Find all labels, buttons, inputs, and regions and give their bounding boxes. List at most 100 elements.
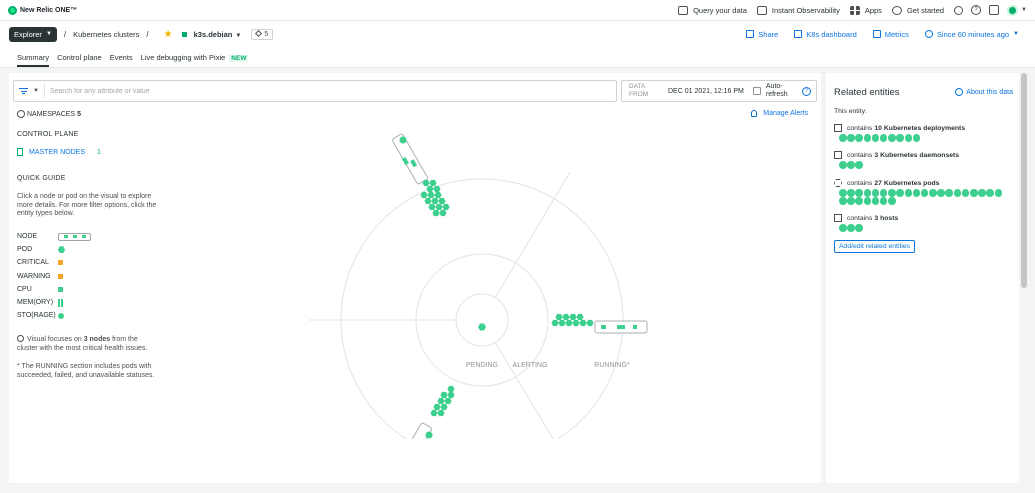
pod-hexagon[interactable] — [440, 391, 448, 399]
related-entity-hex[interactable] — [855, 134, 863, 142]
data-from-value[interactable]: DEC 01 2021, 12:16 PM — [668, 88, 744, 95]
pod-hexagon[interactable] — [551, 319, 559, 327]
pod-hexagon[interactable] — [437, 409, 445, 417]
related-entity-hex[interactable] — [888, 197, 896, 205]
related-entity-hex[interactable] — [920, 189, 929, 197]
pod-hexagon[interactable] — [572, 319, 580, 327]
related-entity-hex[interactable] — [904, 189, 912, 197]
related-entity-hex[interactable] — [871, 134, 880, 142]
related-item-kubernetes-pods[interactable]: contains 27 Kubernetes pods — [834, 179, 1014, 205]
legend-memory[interactable]: MEM(ORY) — [17, 296, 63, 309]
pod-hexagon[interactable] — [586, 319, 594, 327]
related-item-kubernetes-deployments[interactable]: contains 10 Kubernetes deployments — [834, 124, 1014, 142]
related-entity-hex[interactable] — [937, 189, 945, 197]
related-entity-hex[interactable] — [855, 224, 863, 232]
node-mem-marker[interactable] — [617, 325, 625, 329]
pod-hexagon[interactable] — [444, 397, 452, 405]
entity-name-dropdown[interactable]: k3s.debian ▼ — [194, 30, 242, 39]
related-entity-hex[interactable] — [986, 189, 994, 197]
related-entity-hex[interactable] — [945, 189, 953, 197]
pod-hexagon[interactable] — [425, 431, 433, 439]
pod-hexagon[interactable] — [579, 319, 587, 327]
tags-badge[interactable]: 5 — [251, 28, 274, 40]
related-entity-hex[interactable] — [961, 189, 970, 197]
related-entity-hex[interactable] — [839, 189, 847, 197]
related-entity-hex[interactable] — [871, 189, 880, 197]
related-item-kubernetes-daemonsets[interactable]: contains 3 Kubernetes daemonsets — [834, 151, 1014, 169]
chevron-down-icon[interactable]: ▼ — [1021, 7, 1027, 13]
tab-summary[interactable]: Summary — [17, 53, 50, 67]
related-entity-hex[interactable] — [888, 189, 896, 197]
apps-button[interactable]: Apps — [849, 5, 882, 15]
manage-alerts-link[interactable]: Manage Alerts — [751, 110, 808, 117]
related-entity-hex[interactable] — [904, 134, 912, 142]
pod-hexagon[interactable] — [432, 209, 440, 217]
pod-hexagon[interactable] — [442, 203, 450, 211]
pod-hexagon[interactable] — [558, 319, 566, 327]
help-icon[interactable]: ? — [801, 86, 811, 96]
related-entity-hex[interactable] — [839, 134, 847, 142]
related-entity-hex[interactable] — [896, 134, 904, 142]
about-this-data-link[interactable]: About this data — [955, 88, 1013, 96]
pod-hexagon[interactable] — [439, 209, 447, 217]
pod-hexagon[interactable] — [569, 313, 577, 321]
legend-node[interactable]: NODE — [17, 230, 91, 243]
pod-hexagon[interactable] — [440, 403, 448, 411]
related-entity-hex[interactable] — [912, 134, 921, 142]
related-entity-hex[interactable] — [863, 197, 872, 205]
tab-live-debugging[interactable]: Live debugging with Pixie NEW — [141, 53, 249, 67]
related-entity-hex[interactable] — [896, 189, 904, 197]
pod-hexagon[interactable] — [447, 385, 455, 393]
share-button[interactable]: Share — [746, 30, 778, 39]
pod-hexagon[interactable] — [447, 391, 455, 399]
related-entity-hex[interactable] — [863, 134, 872, 142]
search-input[interactable] — [43, 84, 616, 98]
add-edit-related-button[interactable]: Add/edit related entities — [834, 240, 916, 253]
tab-events[interactable]: Events — [110, 53, 133, 67]
related-entity-hex[interactable] — [847, 134, 855, 142]
pod-hexagon[interactable] — [431, 197, 439, 205]
related-entity-hex[interactable] — [879, 189, 888, 197]
legend-warning[interactable]: WARNING — [17, 270, 63, 283]
time-picker[interactable]: Since 60 minutes ago ▼ — [924, 30, 1019, 39]
chevron-down-icon[interactable]: ▼ — [33, 88, 39, 94]
explorer-button[interactable]: Explorer ▼ — [9, 26, 57, 42]
pod-hexagon[interactable] — [433, 403, 441, 411]
query-your-data-button[interactable]: Query your data — [678, 5, 747, 15]
favorite-star-icon[interactable]: ★ — [164, 29, 173, 40]
user-avatar[interactable] — [1007, 4, 1019, 16]
new-relic-logo[interactable]: New Relic ONE™ — [8, 5, 77, 15]
pending-pod-hexagon[interactable] — [478, 323, 486, 331]
pod-hexagon[interactable] — [434, 191, 442, 199]
filter-icon[interactable] — [19, 87, 28, 96]
legend-pod[interactable]: POD — [17, 243, 65, 256]
pod-hexagon[interactable] — [555, 313, 563, 321]
node-box[interactable] — [392, 133, 428, 185]
related-entity-hex[interactable] — [855, 197, 863, 205]
pod-hexagon[interactable] — [399, 136, 407, 144]
node-cpu-marker[interactable] — [601, 325, 606, 329]
pod-hexagon[interactable] — [437, 397, 445, 405]
related-entity-hex[interactable] — [839, 197, 847, 205]
pod-hexagon[interactable] — [430, 409, 438, 417]
legend-cpu[interactable]: CPU — [17, 283, 63, 296]
breadcrumb-kubernetes-clusters[interactable]: Kubernetes clusters — [73, 30, 139, 39]
related-entity-hex[interactable] — [994, 189, 1003, 197]
pod-hexagon[interactable] — [562, 313, 570, 321]
related-entity-hex[interactable] — [847, 224, 855, 232]
related-entity-hex[interactable] — [847, 161, 855, 169]
pod-hexagon[interactable] — [426, 185, 434, 193]
get-started-button[interactable]: Get started — [891, 5, 944, 15]
help-icon[interactable]: ? — [971, 5, 982, 15]
related-entity-hex[interactable] — [871, 197, 880, 205]
instant-observability-button[interactable]: Instant Observability — [756, 5, 840, 15]
related-entity-hex[interactable] — [847, 189, 855, 197]
tab-control-plane[interactable]: Control plane — [57, 53, 102, 67]
related-entity-hex[interactable] — [855, 189, 863, 197]
master-nodes-link[interactable]: MASTER NODES 1 — [17, 148, 101, 156]
legend-storage[interactable]: STO(RAGE) — [17, 309, 64, 322]
related-item-hosts[interactable]: contains 3 hosts — [834, 214, 1014, 232]
related-entity-hex[interactable] — [839, 161, 847, 169]
legend-critical[interactable]: CRITICAL — [17, 256, 63, 269]
related-entity-hex[interactable] — [879, 197, 888, 205]
